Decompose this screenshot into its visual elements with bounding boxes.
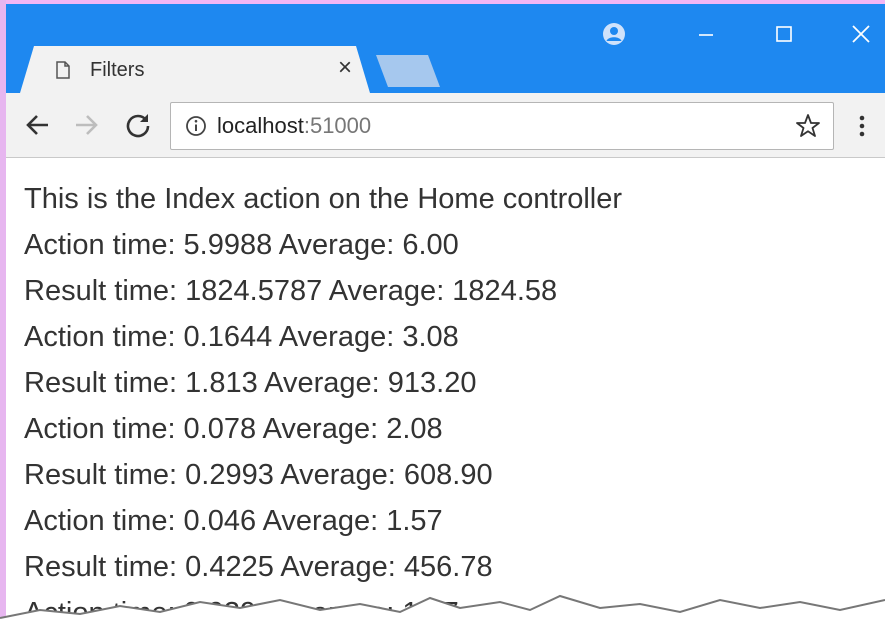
timing-line: Result time: 1824.5787 Average: 1824.58 xyxy=(24,275,558,307)
bookmark-star-icon[interactable] xyxy=(795,113,821,139)
timing-line: Action time: 0.046 Average: 1.57 xyxy=(24,505,443,537)
url-host: localhost xyxy=(217,113,304,138)
page-icon xyxy=(56,61,70,79)
timing-line: Action time: 0.1644 Average: 3.08 xyxy=(24,321,459,353)
timing-line: Action time: 0.078 Average: 2.08 xyxy=(24,413,443,445)
forward-arrow-icon[interactable] xyxy=(72,111,100,139)
minimize-icon[interactable] xyxy=(686,14,726,54)
timing-line: Result time: 0.4225 Average: 456.78 xyxy=(24,551,493,583)
tab-title: Filters xyxy=(90,59,145,81)
address-bar[interactable]: localhost:51000 xyxy=(170,102,834,150)
reload-icon[interactable] xyxy=(124,111,152,139)
info-icon[interactable] xyxy=(185,115,207,137)
tab-close-icon[interactable]: × xyxy=(338,56,352,80)
timing-line: Result time: 0.2993 Average: 608.90 xyxy=(24,459,493,491)
new-tab-button[interactable] xyxy=(376,55,440,87)
more-menu-icon[interactable] xyxy=(852,111,872,141)
timing-line: Result time: 1.813 Average: 913.20 xyxy=(24,367,477,399)
profile-icon[interactable] xyxy=(594,14,634,54)
maximize-icon[interactable] xyxy=(764,14,804,54)
browser-toolbar: localhost:51000 xyxy=(6,93,885,158)
address-text: localhost:51000 xyxy=(217,113,371,139)
tab-filters[interactable]: Filters × xyxy=(20,46,370,93)
title-bar-accent xyxy=(6,0,885,4)
url-port: :51000 xyxy=(303,113,372,138)
close-window-icon[interactable] xyxy=(841,14,881,54)
torn-edge-decoration xyxy=(0,594,885,632)
page-content: This is the Index action on the Home con… xyxy=(24,176,885,636)
back-arrow-icon[interactable] xyxy=(24,111,52,139)
title-bar: Filters × xyxy=(6,0,885,93)
timing-line: Action time: 5.9988 Average: 6.00 xyxy=(24,229,459,261)
page-heading-line: This is the Index action on the Home con… xyxy=(24,183,623,215)
